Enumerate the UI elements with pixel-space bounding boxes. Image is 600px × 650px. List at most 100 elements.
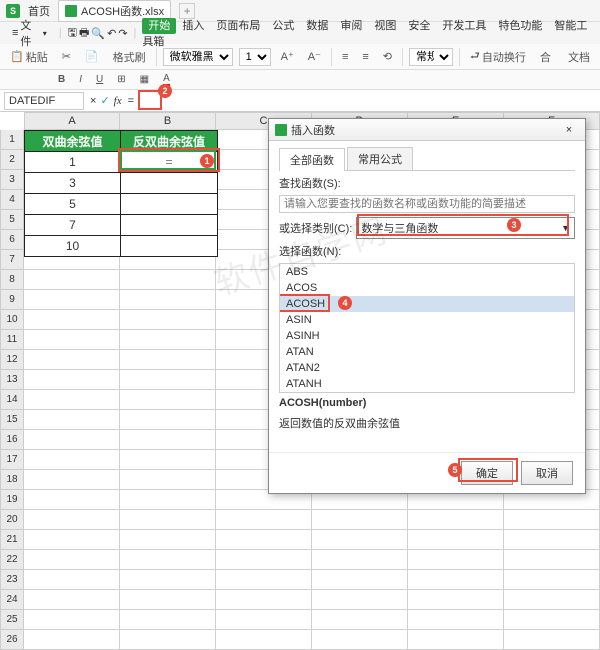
cell[interactable] [120,350,216,370]
cell[interactable] [24,550,120,570]
cell[interactable] [408,630,504,650]
row-header[interactable]: 5 [0,210,24,230]
quick-preview-icon[interactable]: 🔍 [91,27,105,40]
function-item[interactable]: ATAN2 [280,360,574,376]
cell[interactable] [120,590,216,610]
cell[interactable] [120,570,216,590]
cell[interactable] [120,330,216,350]
row-header[interactable]: 15 [0,410,24,430]
cell[interactable] [504,610,600,630]
row-header[interactable]: 25 [0,610,24,630]
cell[interactable] [120,390,216,410]
table-cell[interactable]: 3 [25,173,121,193]
font-select[interactable]: 微软雅黑 [163,48,233,66]
cell[interactable] [216,590,312,610]
row-header[interactable]: 13 [0,370,24,390]
cell[interactable] [120,630,216,650]
cell[interactable] [504,630,600,650]
col-header[interactable]: A [24,112,120,130]
cell[interactable] [24,410,120,430]
cell[interactable] [24,470,120,490]
col-header[interactable]: B [120,112,216,130]
cell[interactable] [120,430,216,450]
cell[interactable] [24,490,120,510]
cell[interactable] [504,530,600,550]
cell[interactable] [120,310,216,330]
row-header[interactable]: 14 [0,390,24,410]
cell[interactable] [504,550,600,570]
cell[interactable] [120,450,216,470]
cell[interactable] [24,290,120,310]
dialog-titlebar[interactable]: 插入函数 × [269,119,585,141]
cell[interactable] [408,550,504,570]
cell[interactable] [24,330,120,350]
align-left-button[interactable]: ≡ [338,49,352,65]
format-painter-button[interactable]: 格式刷 [109,47,150,67]
row-header[interactable]: 20 [0,510,24,530]
wrap-text-button[interactable]: ⮐自动换行 [466,45,530,68]
menu-9[interactable]: 特色功能 [492,18,548,34]
cell[interactable] [408,530,504,550]
cell[interactable] [504,510,600,530]
cell[interactable] [24,610,120,630]
dialog-close-button[interactable]: × [559,124,579,136]
menu-1[interactable]: 插入 [176,18,210,34]
fill-color-button[interactable]: ▦ [136,72,153,87]
redo-icon[interactable]: ↷ [118,27,127,40]
table-cell[interactable] [121,215,217,235]
tab-common-formulas[interactable]: 常用公式 [347,147,413,170]
cell[interactable] [408,510,504,530]
cell[interactable] [312,570,408,590]
underline-button[interactable]: U [92,72,107,87]
cell[interactable] [24,350,120,370]
function-item[interactable]: ASIN [280,312,574,328]
row-header[interactable]: 12 [0,350,24,370]
menu-7[interactable]: 安全 [402,18,436,34]
function-item[interactable]: ATAN [280,344,574,360]
row-header[interactable]: 10 [0,310,24,330]
border-button[interactable]: ⊞ [113,72,129,87]
menu-0[interactable]: 开始 [142,18,176,34]
docs-button[interactable]: 文档 [564,47,594,67]
accept-formula-button[interactable]: ✓ [100,94,109,107]
cell[interactable] [120,410,216,430]
increase-font-button[interactable]: A⁺ [277,48,298,65]
cut-button[interactable]: ✂ [58,48,75,65]
cell[interactable] [504,590,600,610]
row-header[interactable]: 26 [0,630,24,650]
cell[interactable] [408,570,504,590]
cell[interactable] [24,310,120,330]
cell[interactable] [312,510,408,530]
cell[interactable] [312,550,408,570]
cell[interactable] [216,510,312,530]
row-header[interactable]: 9 [0,290,24,310]
row-header[interactable]: 19 [0,490,24,510]
number-format-select[interactable]: 常规 [409,48,453,66]
cell[interactable] [120,470,216,490]
cell[interactable] [216,610,312,630]
row-header[interactable]: 16 [0,430,24,450]
cell[interactable] [120,370,216,390]
menu-8[interactable]: 开发工具 [436,18,492,34]
cell[interactable] [24,390,120,410]
table-cell[interactable]: 1 [25,152,121,172]
cell[interactable] [24,590,120,610]
cell[interactable] [24,270,120,290]
undo-icon[interactable]: ↶ [107,27,116,40]
category-select[interactable]: 数学与三角函数 ▼ [356,217,575,239]
italic-button[interactable]: I [75,72,86,87]
menu-3[interactable]: 公式 [266,18,300,34]
row-header[interactable]: 2 [0,150,24,170]
bold-button[interactable]: B [54,72,69,87]
cell[interactable] [120,550,216,570]
row-header[interactable]: 7 [0,250,24,270]
font-size-select[interactable]: 14 [239,48,271,66]
cell[interactable] [24,510,120,530]
cancel-formula-button[interactable]: × [90,95,96,107]
quick-print-icon[interactable]: 🖶 [79,24,89,43]
function-item[interactable]: ATANH [280,376,574,392]
table-cell[interactable]: 10 [25,236,121,256]
row-header[interactable]: 3 [0,170,24,190]
row-header[interactable]: 22 [0,550,24,570]
cell[interactable] [120,270,216,290]
